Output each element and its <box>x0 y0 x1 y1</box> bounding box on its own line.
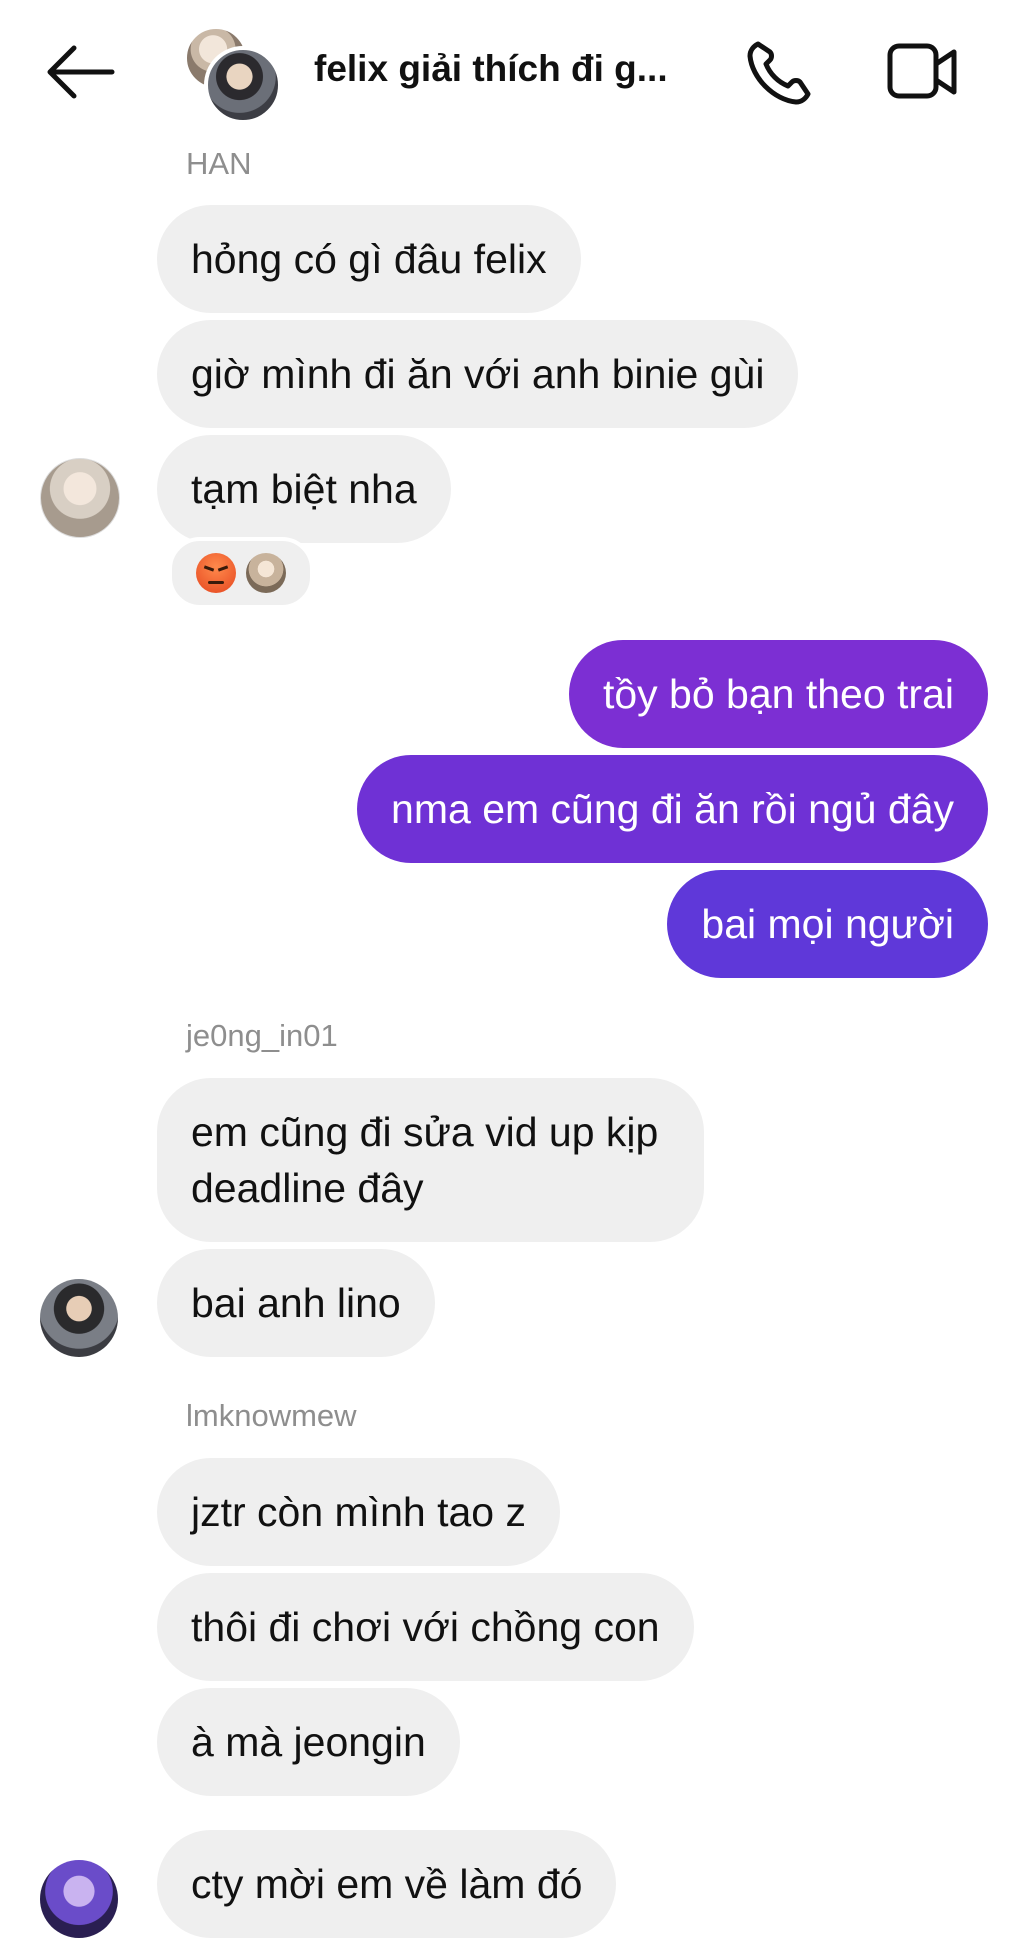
back-arrow-icon <box>47 45 115 99</box>
reactor-avatar <box>246 553 286 593</box>
chat-title[interactable]: felix giải thích đi g... <box>314 48 674 90</box>
message-bubble[interactable]: cty mời em về làm đó <box>157 1830 617 1938</box>
voice-call-button[interactable] <box>744 36 816 108</box>
message-bubble[interactable]: bai anh lino <box>157 1249 435 1357</box>
avatar[interactable] <box>40 1279 118 1357</box>
video-call-button[interactable] <box>886 40 958 104</box>
message-bubble[interactable]: jztr còn mình tao z <box>157 1458 560 1566</box>
video-camera-icon <box>887 43 957 99</box>
message-bubble[interactable]: em cũng đi sửa vid up kịp deadline đây <box>157 1078 705 1242</box>
message-bubble-outgoing[interactable]: bai mọi người <box>667 870 988 978</box>
sender-name: HAN <box>186 146 252 181</box>
message-line: deadline đây <box>191 1165 424 1211</box>
message-bubble[interactable]: tạm biệt nha <box>157 435 451 543</box>
message-bubble-outgoing[interactable]: nma em cũng đi ăn rồi ngủ đây <box>357 755 988 863</box>
angry-face-icon <box>196 553 236 593</box>
phone-icon <box>747 41 811 105</box>
back-button[interactable] <box>44 40 116 104</box>
message-bubble[interactable]: giờ mình đi ăn với anh binie gùi <box>157 320 799 428</box>
message-bubble-outgoing[interactable]: tồy bỏ bạn theo trai <box>568 640 988 748</box>
group-avatar-primary[interactable] <box>204 46 282 124</box>
message-bubble[interactable]: hỏng có gì đâu felix <box>157 205 581 313</box>
message-line: em cũng đi sửa vid up kịp <box>191 1109 659 1155</box>
sender-name: je0ng_in01 <box>186 1018 338 1053</box>
avatar[interactable] <box>40 1860 118 1938</box>
message-bubble[interactable]: thôi đi chơi với chồng con <box>157 1573 694 1681</box>
message-reactions[interactable] <box>168 537 314 609</box>
avatar[interactable] <box>40 458 120 538</box>
message-bubble[interactable]: à mà jeongin <box>157 1688 460 1796</box>
sender-name: lmknowmew <box>186 1398 357 1433</box>
